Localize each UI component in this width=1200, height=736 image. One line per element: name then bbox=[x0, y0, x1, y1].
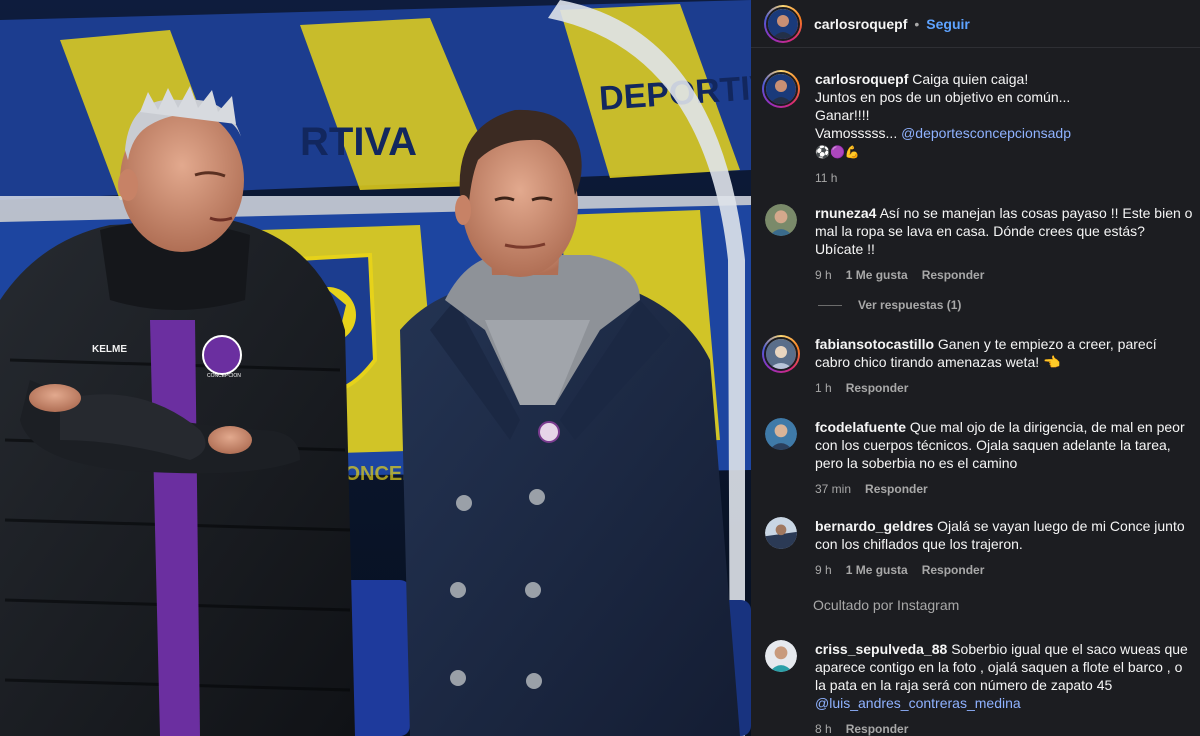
comments-panel: carlosroquepf • Seguir carlosroquepf Cai… bbox=[751, 0, 1200, 736]
comment-username[interactable]: bernardo_geldres bbox=[815, 518, 933, 534]
comment-timestamp: 37 min bbox=[815, 482, 852, 496]
avatar-image bbox=[766, 74, 796, 104]
comment-item: fabiansotocastillo Ganen y te empiezo a … bbox=[751, 335, 1200, 397]
comment-mention-link[interactable]: @luis_andres_contreras_medina bbox=[815, 695, 1021, 711]
commenter-avatar[interactable] bbox=[765, 517, 797, 549]
comment-username[interactable]: fabiansotocastillo bbox=[815, 336, 934, 352]
comment-text: fcodelafuente Que mal ojo de la dirigenc… bbox=[815, 418, 1195, 472]
avatar-image bbox=[768, 8, 798, 39]
comment-text: fabiansotocastillo Ganen y te empiezo a … bbox=[815, 335, 1195, 371]
caption-line-1: Caiga quien caiga! bbox=[912, 71, 1029, 87]
post-header: carlosroquepf • Seguir bbox=[751, 0, 1200, 48]
avatar-image bbox=[765, 640, 797, 672]
crest-text: CONCEPCION bbox=[207, 373, 241, 379]
view-replies-button[interactable]: Ver respuestas (1) bbox=[818, 298, 961, 312]
instagram-post-view: RTIVA DEPORTIVA CONCEPCION bbox=[0, 0, 1200, 736]
comment-username[interactable]: criss_sepulveda_88 bbox=[815, 641, 947, 657]
comment-timestamp: 1 h bbox=[815, 381, 832, 395]
avatar-image bbox=[765, 204, 797, 236]
post-caption: carlosroquepf Caiga quien caiga! Juntos … bbox=[751, 70, 1200, 187]
comment-text: criss_sepulveda_88 Soberbio igual que el… bbox=[815, 640, 1195, 712]
jacket-brand-logo: KELME bbox=[92, 344, 127, 355]
comment-text: rnuneza4 Así no se manejan las cosas pay… bbox=[815, 204, 1195, 258]
comment-text: bernardo_geldres Ojalá se vayan luego de… bbox=[815, 517, 1195, 553]
caption-meta: 11 h bbox=[815, 169, 1195, 187]
comment-likes[interactable]: 1 Me gusta bbox=[846, 561, 908, 579]
commenter-avatar[interactable] bbox=[765, 204, 797, 236]
author-username[interactable]: carlosroquepf bbox=[814, 16, 907, 32]
separator-dot: • bbox=[914, 15, 920, 32]
replies-line bbox=[818, 304, 842, 306]
caption-timestamp: 11 h bbox=[815, 171, 838, 185]
author-avatar[interactable] bbox=[764, 4, 802, 43]
comment-likes[interactable]: 1 Me gusta bbox=[846, 266, 908, 284]
caption-line-3: Ganar!!!! bbox=[815, 107, 870, 123]
reply-button[interactable]: Responder bbox=[846, 379, 909, 397]
caption-line-2: Juntos en pos de un objetivo en común... bbox=[815, 89, 1071, 105]
commenter-avatar[interactable] bbox=[765, 418, 797, 450]
avatar-image bbox=[766, 339, 796, 369]
comment-meta: 9 h 1 Me gusta Responder bbox=[815, 266, 1195, 284]
caption-mention-link[interactable]: @deportesconcepcionsadp bbox=[901, 125, 1071, 141]
comment-meta: 1 h Responder bbox=[815, 379, 1195, 397]
reply-button[interactable]: Responder bbox=[865, 480, 928, 498]
commenter-avatar[interactable] bbox=[762, 335, 800, 373]
comment-meta: 8 h Responder bbox=[815, 720, 1195, 736]
comment-timestamp: 9 h bbox=[815, 563, 832, 577]
reply-button[interactable]: Responder bbox=[846, 720, 909, 736]
reply-button[interactable]: Responder bbox=[922, 266, 985, 284]
avatar-image bbox=[765, 517, 797, 549]
post-photo[interactable]: RTIVA DEPORTIVA CONCEPCION bbox=[0, 0, 751, 736]
view-replies-label: Ver respuestas (1) bbox=[858, 298, 962, 312]
caption-username[interactable]: carlosroquepf bbox=[815, 71, 908, 87]
comment-meta: 9 h 1 Me gusta Responder bbox=[815, 561, 1195, 579]
comment-item: criss_sepulveda_88 Soberbio igual que el… bbox=[751, 640, 1200, 736]
follow-button[interactable]: Seguir bbox=[926, 16, 970, 32]
comment-item: fcodelafuente Que mal ojo de la dirigenc… bbox=[751, 418, 1200, 498]
comment-item: rnuneza4 Así no se manejan las cosas pay… bbox=[751, 204, 1200, 284]
avatar-image bbox=[765, 418, 797, 450]
comment-timestamp: 8 h bbox=[815, 722, 832, 736]
caption-text: carlosroquepf Caiga quien caiga! Juntos … bbox=[815, 70, 1195, 161]
reply-button[interactable]: Responder bbox=[922, 561, 985, 579]
caption-emojis: ⚽🟣💪 bbox=[815, 145, 860, 159]
photo-illustration: RTIVA DEPORTIVA CONCEPCION bbox=[0, 0, 751, 736]
banner-text: RTIVA bbox=[300, 120, 417, 164]
comment-timestamp: 9 h bbox=[815, 268, 832, 282]
comment-username[interactable]: fcodelafuente bbox=[815, 419, 906, 435]
comment-meta: 37 min Responder bbox=[815, 480, 1195, 498]
comment-username[interactable]: rnuneza4 bbox=[815, 205, 876, 221]
caption-vamos: Vamosssss... bbox=[815, 125, 898, 141]
comment-item: bernardo_geldres Ojalá se vayan luego de… bbox=[751, 517, 1200, 579]
stadium-banner: RTIVA DEPORTIVA bbox=[0, 0, 751, 200]
commenter-avatar[interactable] bbox=[765, 640, 797, 672]
hidden-by-instagram-button[interactable]: Ocultado por Instagram bbox=[813, 597, 959, 613]
caption-avatar[interactable] bbox=[762, 70, 800, 108]
